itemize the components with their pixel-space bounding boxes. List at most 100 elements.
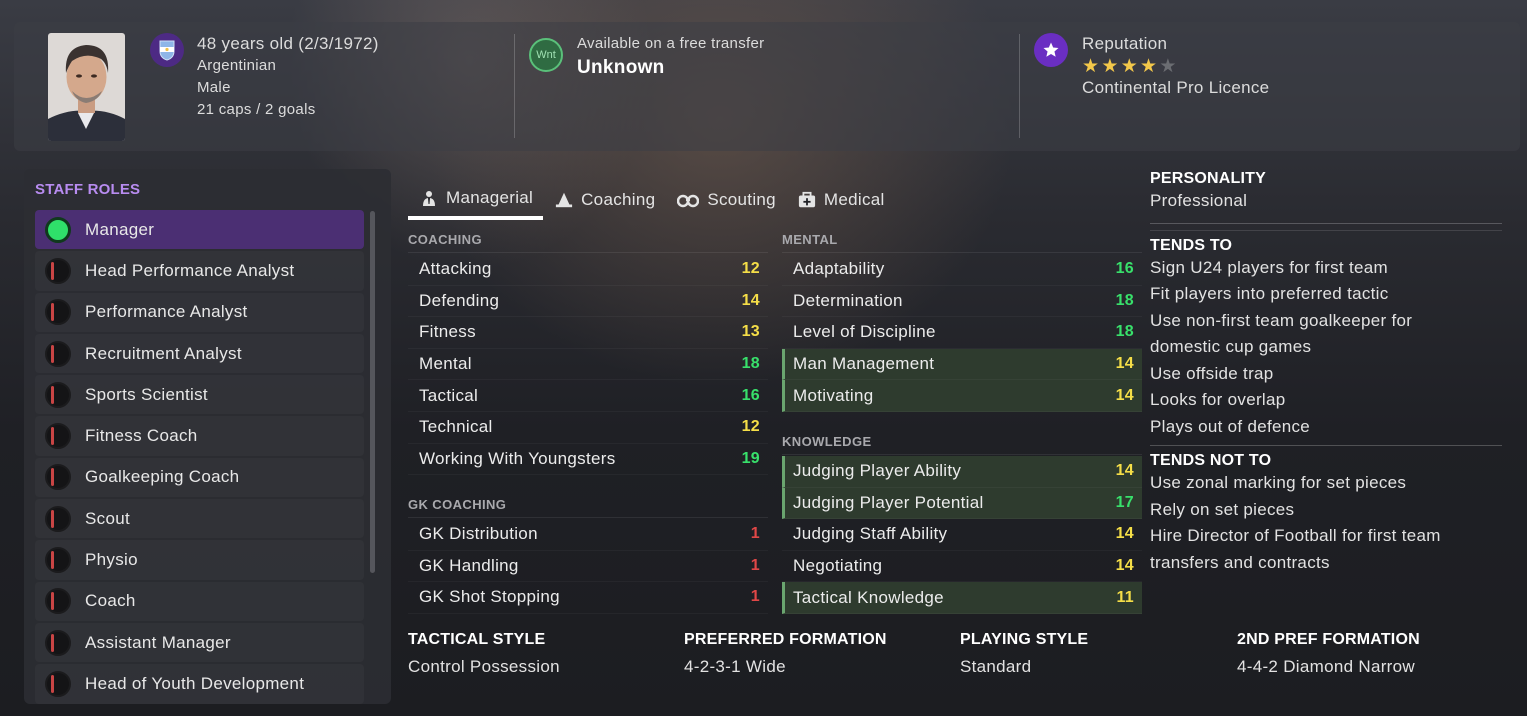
transfer-status-text: Available on a free transfer <box>577 35 765 52</box>
attribute-row[interactable]: Adaptability 16 <box>782 254 1142 286</box>
wanted-icon[interactable]: Wnt <box>529 38 563 72</box>
tab-medical[interactable]: Medical <box>786 180 895 220</box>
personal-details: 48 years old (2/3/1972) Argentinian Male… <box>197 33 379 121</box>
tendency-item: Use non-first team goalkeeper for <box>1150 310 1413 330</box>
preferred-formation: PREFERRED FORMATION 4-2-3-1 Wide <box>684 631 887 677</box>
attribute-label: Judging Player Potential <box>793 492 984 512</box>
role-label: Physio <box>85 550 138 570</box>
gender-text: Male <box>197 79 231 96</box>
attribute-row[interactable]: Negotiating 14 <box>782 551 1142 583</box>
tendency-item: Use zonal marking for set pieces <box>1150 473 1407 492</box>
attribute-value: 1 <box>750 556 760 574</box>
attribute-label: Technical <box>419 417 493 437</box>
attribute-row[interactable]: GK Shot Stopping 1 <box>408 582 768 614</box>
mental-attributes: Adaptability 16 Determination 18 Level of Di… <box>782 254 1142 412</box>
playing-style-value: Standard <box>960 657 1032 676</box>
tab-coaching[interactable]: Coaching <box>543 180 665 220</box>
tab-coaching-label: Coaching <box>581 190 656 209</box>
star-filled-icon: ★ <box>1140 56 1158 77</box>
staff-role-item[interactable]: Assistant Manager <box>35 622 364 663</box>
tends-to-list: Sign U24 players for first team Fit playe… <box>1150 255 1502 441</box>
tendency-item: Plays out of defence <box>1150 416 1311 436</box>
role-label: Head of Youth Development <box>85 673 305 693</box>
attribute-row[interactable]: Technical 12 <box>408 412 768 444</box>
attribute-row[interactable]: Tactical 16 <box>408 380 768 412</box>
tactical-style: TACTICAL STYLE Control Possession <box>408 631 560 677</box>
attribute-row[interactable]: Judging Player Ability 14 <box>782 456 1142 488</box>
attribute-row[interactable]: Mental 18 <box>408 349 768 381</box>
personality-value: Professional <box>1150 191 1248 210</box>
staff-role-item[interactable]: Head Performance Analyst <box>35 250 364 291</box>
tendency-item: Looks for overlap <box>1150 390 1286 409</box>
staff-role-item[interactable]: Recruitment Analyst <box>35 333 364 374</box>
attribute-value: 16 <box>1115 260 1134 278</box>
role-label: Goalkeeping Coach <box>85 467 240 487</box>
attribute-row[interactable]: Attacking 12 <box>408 254 768 286</box>
attribute-value: 12 <box>741 418 760 436</box>
role-label: Coach <box>85 591 136 611</box>
attribute-row[interactable]: Working With Youngsters 19 <box>408 444 768 476</box>
roles-scrollbar[interactable] <box>370 211 375 573</box>
attribute-label: Level of Discipline <box>793 322 936 342</box>
attribute-value: 18 <box>1115 323 1134 341</box>
staff-role-item[interactable]: Head of Youth Development <box>35 663 364 704</box>
attribute-label: GK Distribution <box>419 524 538 544</box>
attribute-label: Negotiating <box>793 556 883 576</box>
header-divider <box>1019 34 1020 138</box>
attribute-value: 14 <box>741 291 760 309</box>
tendency-item: Hire Director of Football for first team <box>1150 526 1441 545</box>
staff-role-item[interactable]: Scout <box>35 498 364 539</box>
attribute-row[interactable]: GK Distribution 1 <box>408 519 768 551</box>
tab-managerial[interactable]: Managerial <box>408 180 544 220</box>
coaching-icon <box>555 191 573 209</box>
staff-role-item[interactable]: Fitness Coach <box>35 415 364 456</box>
attribute-value: 16 <box>741 386 760 404</box>
second-formation-label: 2ND PREF FORMATION <box>1237 631 1420 648</box>
tendency-item: Use offside trap <box>1150 363 1274 383</box>
attribute-row[interactable]: Determination 18 <box>782 286 1142 318</box>
role-suitability-icon <box>45 423 71 450</box>
staff-role-item[interactable]: Coach <box>35 581 364 622</box>
staff-role-item[interactable]: Manager <box>35 209 364 250</box>
attribute-label: Tactical Knowledge <box>793 587 944 607</box>
attribute-row[interactable]: GK Handling 1 <box>408 551 768 583</box>
nation-flag-icon[interactable] <box>150 33 184 67</box>
staff-role-item[interactable]: Sports Scientist <box>35 374 364 415</box>
attribute-row[interactable]: Fitness 13 <box>408 317 768 349</box>
staff-role-item[interactable]: Goalkeeping Coach <box>35 457 364 498</box>
role-suitability-icon <box>45 629 71 656</box>
attribute-label: Judging Player Ability <box>793 461 962 481</box>
attribute-row[interactable]: Judging Staff Ability 14 <box>782 519 1142 551</box>
attribute-value: 17 <box>1115 493 1134 511</box>
attribute-row[interactable]: Level of Discipline 18 <box>782 317 1142 349</box>
star-filled-icon: ★ <box>1101 56 1119 77</box>
playing-style: PLAYING STYLE Standard <box>960 631 1088 677</box>
attribute-value: 14 <box>1115 557 1134 575</box>
attribute-label: GK Handling <box>419 555 519 575</box>
divider <box>1150 229 1502 231</box>
attribute-row[interactable]: Judging Player Potential 17 <box>782 487 1142 520</box>
role-suitability-icon <box>45 340 71 367</box>
role-suitability-icon <box>45 216 71 243</box>
attribute-value: 18 <box>1115 291 1134 309</box>
header-divider <box>514 34 515 138</box>
tends-not-to-title: TENDS NOT TO <box>1150 452 1272 469</box>
attribute-row[interactable]: Tactical Knowledge 11 <box>782 582 1142 614</box>
tendency-item: Fit players into preferred tactic <box>1150 284 1389 303</box>
coaching-section-title: COACHING <box>408 232 482 247</box>
attribute-label: Tactical <box>419 385 479 405</box>
avatar <box>48 33 125 141</box>
tendency-item: transfers and contracts <box>1150 552 1330 572</box>
divider <box>408 252 768 253</box>
reputation-star-icon <box>1034 33 1068 67</box>
staff-role-item[interactable]: Physio <box>35 539 364 580</box>
attribute-row[interactable]: Man Management 14 <box>782 348 1142 381</box>
attribute-value: 1 <box>750 588 760 606</box>
tab-scouting[interactable]: Scouting <box>665 180 786 220</box>
role-label: Sports Scientist <box>85 384 208 404</box>
attribute-row[interactable]: Motivating 14 <box>782 380 1142 412</box>
staff-role-item[interactable]: Performance Analyst <box>35 292 364 333</box>
role-suitability-icon <box>45 381 71 408</box>
contract-value[interactable]: Unknown <box>577 57 764 79</box>
attribute-row[interactable]: Defending 14 <box>408 286 768 318</box>
